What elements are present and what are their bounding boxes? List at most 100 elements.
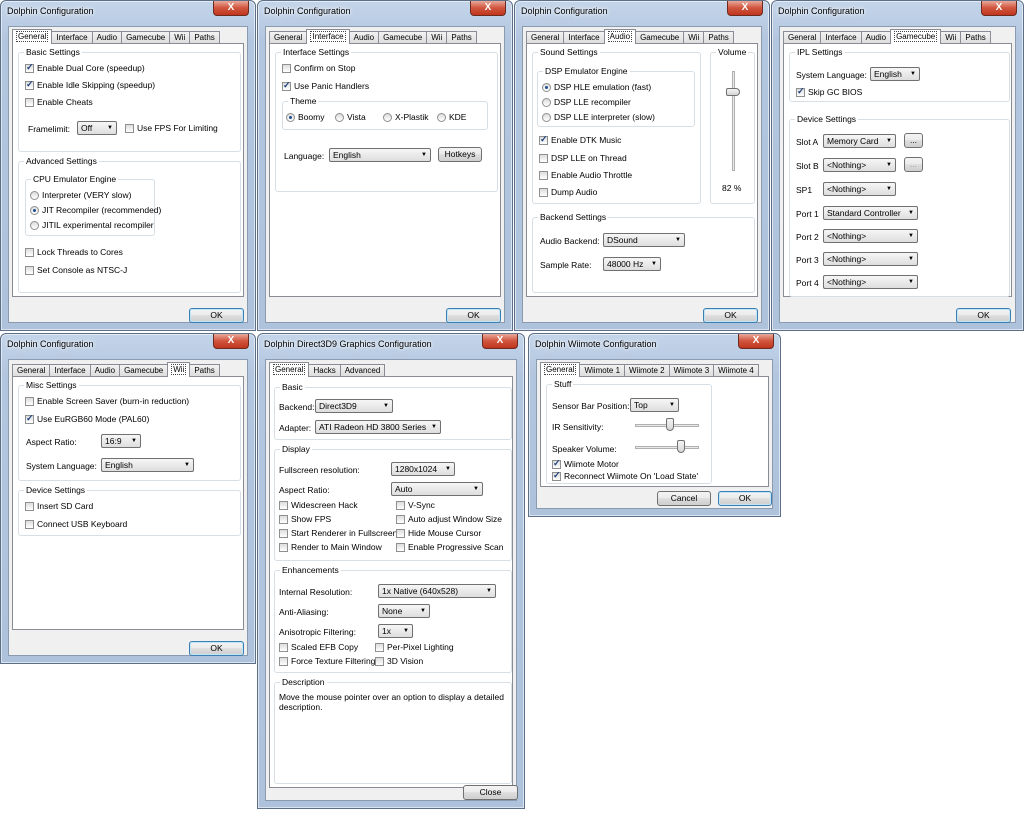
skip-gc-bios-checkbox[interactable]: Skip GC BIOS (796, 86, 862, 97)
ok-button[interactable]: OK (956, 308, 1011, 323)
aspect-ratio-select[interactable]: 16:9 (101, 434, 141, 448)
port-4-select[interactable]: <Nothing> (823, 275, 918, 289)
title-bar[interactable]: Dolphin Wiimote Configuration X (529, 334, 780, 356)
widescreen-hack-checkbox[interactable]: Widescreen Hack (279, 500, 358, 510)
port-2-select[interactable]: <Nothing> (823, 229, 918, 243)
aspect-ratio-select[interactable]: Auto (391, 482, 483, 496)
dsp-lle-recompiler-radio[interactable]: DSP LLE recompiler (542, 97, 631, 107)
scaled-efb-copy-checkbox[interactable]: Scaled EFB Copy (279, 642, 358, 652)
lle-on-thread-checkbox[interactable]: DSP LLE on Thread (539, 153, 627, 163)
theme-vista-radio[interactable]: Vista (335, 112, 366, 122)
tab-general[interactable]: General (269, 362, 310, 377)
audio-backend-select[interactable]: DSound (603, 233, 685, 247)
progressive-scan-checkbox[interactable]: Enable Progressive Scan (396, 542, 503, 552)
ok-button[interactable]: OK (446, 308, 501, 323)
eurgb60-checkbox[interactable]: Use EuRGB60 Mode (PAL60) (25, 413, 149, 424)
jitil-recompiler-radio[interactable]: JITIL experimental recompiler (30, 220, 154, 230)
usb-keyboard-checkbox[interactable]: Connect USB Keyboard (25, 519, 127, 529)
use-fps-limiting-checkbox[interactable]: Use FPS For Limiting (125, 123, 218, 133)
idle-skipping-checkbox[interactable]: Enable Idle Skipping (speedup) (25, 79, 155, 90)
tab-general[interactable]: General (540, 362, 581, 377)
dump-audio-checkbox[interactable]: Dump Audio (539, 187, 597, 197)
tab-wii[interactable]: Wii (167, 362, 191, 377)
confirm-on-stop-checkbox[interactable]: Confirm on Stop (282, 63, 355, 73)
system-language-select[interactable]: English (870, 67, 920, 81)
ok-button[interactable]: OK (189, 308, 244, 323)
force-texture-filtering-checkbox[interactable]: Force Texture Filtering (279, 656, 375, 666)
per-pixel-lighting-checkbox[interactable]: Per-Pixel Lighting (375, 642, 454, 652)
adapter-select[interactable]: ATI Radeon HD 3800 Series (315, 420, 441, 434)
wiimote-motor-checkbox[interactable]: Wiimote Motor (552, 458, 619, 469)
reconnect-on-load-state-checkbox[interactable]: Reconnect Wiimote On 'Load State' (552, 470, 698, 481)
ok-button[interactable]: OK (189, 641, 244, 656)
title-bar[interactable]: Dolphin Configuration X (515, 1, 769, 23)
interpreter-radio[interactable]: Interpreter (VERY slow) (30, 190, 131, 200)
vsync-checkbox[interactable]: V-Sync (396, 500, 435, 510)
sp1-select[interactable]: <Nothing> (823, 182, 896, 196)
close-button[interactable]: X (482, 334, 518, 349)
title-bar[interactable]: Dolphin Configuration X (1, 334, 255, 356)
theme-boomy-radio[interactable]: Boomy (286, 112, 324, 122)
theme-xplastik-radio[interactable]: X-Plastik (383, 112, 429, 122)
3d-vision-checkbox[interactable]: 3D Vision (375, 656, 423, 666)
slider-thumb[interactable] (726, 87, 740, 96)
system-language-select[interactable]: English (101, 458, 194, 472)
slot-b-browse-button[interactable]: ... (904, 157, 923, 172)
enable-cheats-checkbox[interactable]: Enable Cheats (25, 97, 93, 107)
dsp-lle-interpreter-radio[interactable]: DSP LLE interpreter (slow) (542, 112, 655, 122)
audio-throttle-checkbox[interactable]: Enable Audio Throttle (539, 170, 632, 180)
port-3-select[interactable]: <Nothing> (823, 252, 918, 266)
title-bar[interactable]: Dolphin Direct3D9 Graphics Configuration… (258, 334, 524, 356)
ok-button[interactable]: OK (703, 308, 758, 323)
ntsc-j-checkbox[interactable]: Set Console as NTSC-J (25, 265, 127, 275)
backend-select[interactable]: Direct3D9 (315, 399, 393, 413)
title-bar[interactable]: Dolphin Configuration X (772, 1, 1023, 23)
close-button[interactable]: X (727, 1, 763, 16)
slot-a-browse-button[interactable]: ... (904, 133, 923, 148)
jit-recompiler-radio[interactable]: JIT Recompiler (recommended) (30, 205, 161, 215)
internal-resolution-select[interactable]: 1x Native (640x528) (378, 584, 496, 598)
panic-handlers-checkbox[interactable]: Use Panic Handlers (282, 80, 369, 91)
hide-mouse-cursor-checkbox[interactable]: Hide Mouse Cursor (396, 528, 481, 538)
dsp-hle-radio[interactable]: DSP HLE emulation (fast) (542, 82, 651, 92)
show-fps-checkbox[interactable]: Show FPS (279, 514, 331, 524)
cancel-button[interactable]: Cancel (657, 491, 711, 506)
volume-slider[interactable] (726, 71, 740, 171)
framelimit-select[interactable]: Off (77, 121, 117, 135)
anisotropic-filtering-select[interactable]: 1x (378, 624, 413, 638)
tab-interface[interactable]: Interface (306, 29, 350, 44)
lock-threads-checkbox[interactable]: Lock Threads to Cores (25, 247, 123, 257)
close-button[interactable]: X (213, 334, 249, 349)
slider-thumb[interactable] (665, 418, 674, 431)
start-fullscreen-checkbox[interactable]: Start Renderer in Fullscreen (279, 528, 397, 538)
close-button[interactable]: X (213, 1, 249, 16)
fullscreen-resolution-select[interactable]: 1280x1024 (391, 462, 455, 476)
close-button[interactable]: Close (463, 785, 518, 800)
dtk-music-checkbox[interactable]: Enable DTK Music (539, 134, 621, 145)
close-button[interactable]: X (981, 1, 1017, 16)
insert-sd-card-checkbox[interactable]: Insert SD Card (25, 501, 93, 511)
language-select[interactable]: English (329, 148, 431, 162)
tab-general[interactable]: General (12, 29, 53, 44)
speaker-volume-slider[interactable] (635, 440, 699, 454)
screen-saver-checkbox[interactable]: Enable Screen Saver (burn-in reduction) (25, 396, 189, 406)
anti-aliasing-select[interactable]: None (378, 604, 430, 618)
sensor-bar-position-select[interactable]: Top (630, 398, 679, 412)
ok-button[interactable]: OK (718, 491, 772, 506)
hotkeys-button[interactable]: Hotkeys (438, 147, 482, 162)
theme-kde-radio[interactable]: KDE (437, 112, 466, 122)
slot-b-select[interactable]: <Nothing> (823, 158, 896, 172)
slider-thumb[interactable] (677, 440, 685, 453)
tab-audio[interactable]: Audio (603, 29, 637, 44)
tab-gamecube[interactable]: Gamecube (890, 29, 942, 44)
title-bar[interactable]: Dolphin Configuration X (258, 1, 512, 23)
dual-core-checkbox[interactable]: Enable Dual Core (speedup) (25, 62, 145, 73)
close-button[interactable]: X (470, 1, 506, 16)
title-bar[interactable]: Dolphin Configuration X (1, 1, 255, 23)
sample-rate-select[interactable]: 48000 Hz (603, 257, 661, 271)
ir-sensitivity-slider[interactable] (635, 418, 699, 432)
port-1-select[interactable]: Standard Controller (823, 206, 918, 220)
close-button[interactable]: X (738, 334, 774, 349)
slot-a-select[interactable]: Memory Card (823, 134, 896, 148)
render-main-window-checkbox[interactable]: Render to Main Window (279, 542, 382, 552)
